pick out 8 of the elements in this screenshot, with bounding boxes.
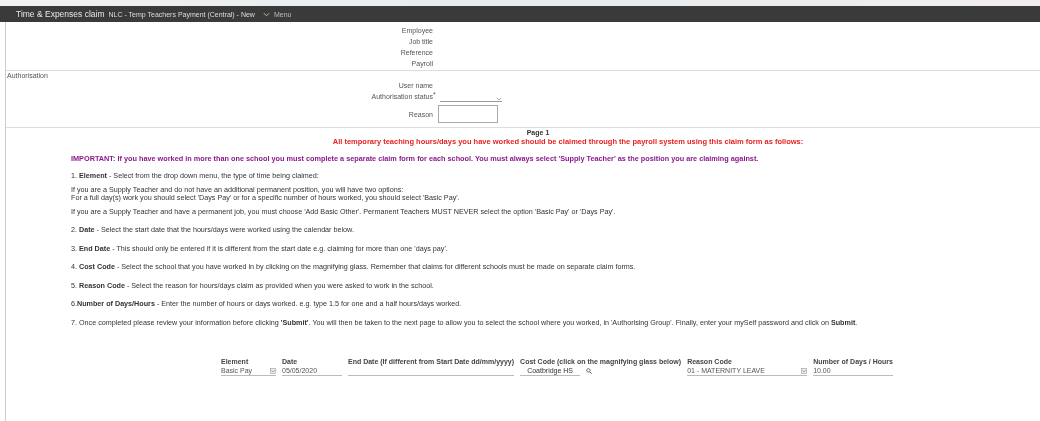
dropdown-icon[interactable] (270, 367, 276, 374)
caret-icon[interactable] (262, 11, 270, 17)
reason-field[interactable] (438, 105, 498, 123)
window-title: Time & Expenses claim (16, 9, 105, 19)
status-dropdown[interactable] (439, 95, 502, 102)
dropdown-icon[interactable] (801, 367, 808, 374)
search-icon[interactable] (586, 368, 593, 374)
caret-icon (495, 96, 502, 101)
